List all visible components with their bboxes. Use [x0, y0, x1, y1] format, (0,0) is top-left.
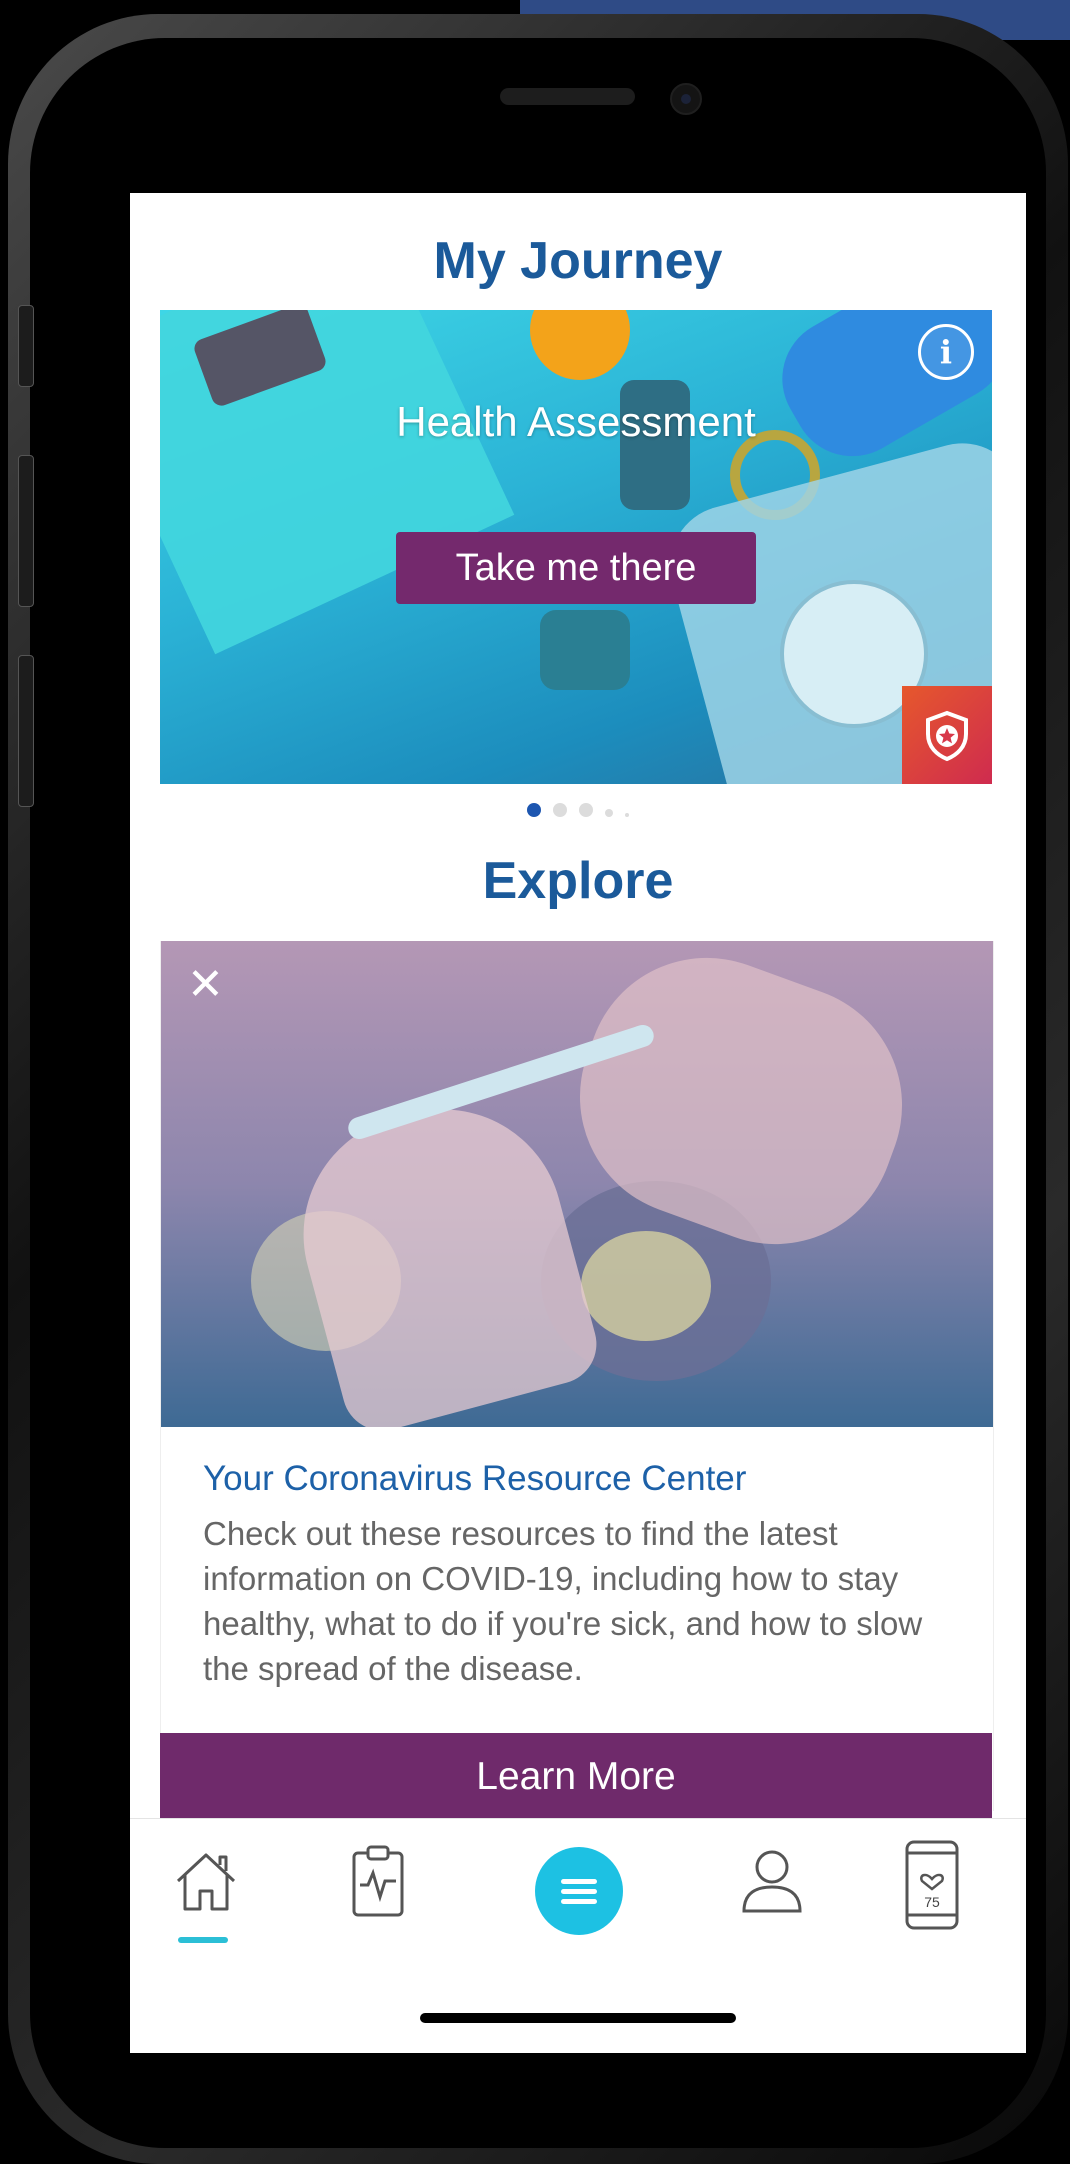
hero-card-title: Health Assessment [396, 398, 756, 445]
carousel-dot[interactable] [605, 809, 613, 817]
card-title[interactable]: Your Coronavirus Resource Center [203, 1459, 746, 1499]
nav-device[interactable]: 75 [904, 1839, 1004, 1949]
front-camera [670, 83, 702, 115]
explore-title: Explore [482, 852, 674, 910]
device-steps-icon: 75 [905, 1840, 959, 1930]
carousel-dot[interactable] [579, 803, 593, 817]
journey-title: My Journey [433, 232, 723, 290]
volume-down-button [18, 655, 34, 807]
carousel-indicator [130, 803, 1026, 822]
mute-switch [18, 305, 34, 387]
shield-star-icon [926, 710, 968, 762]
carousel-dot[interactable] [625, 813, 629, 817]
card-description: Check out these resources to find the la… [203, 1515, 923, 1687]
info-icon[interactable]: i [918, 324, 974, 380]
carousel-dot[interactable] [527, 803, 541, 817]
learn-more-button[interactable]: Learn More [160, 1733, 992, 1823]
nav-home[interactable] [170, 1839, 270, 1949]
take-me-there-button[interactable]: Take me there [396, 532, 756, 604]
home-indicator[interactable] [420, 2013, 736, 2023]
nav-health[interactable] [350, 1839, 450, 1949]
menu-button[interactable] [535, 1847, 623, 1935]
app-screen: My Journey Health Assessment Take me the… [130, 193, 1026, 2053]
carousel-dot[interactable] [553, 803, 567, 817]
active-tab-indicator [178, 1937, 228, 1943]
nav-profile[interactable] [740, 1839, 840, 1949]
shield-badge [902, 686, 992, 784]
health-clipboard-icon [352, 1845, 404, 1917]
volume-up-button [18, 455, 34, 607]
home-icon [176, 1853, 236, 1911]
menu-icon [561, 1879, 597, 1904]
card-image: ✕ [161, 941, 993, 1427]
profile-icon [742, 1850, 802, 1913]
steps-label: 75 [924, 1894, 940, 1910]
coronavirus-resource-card[interactable]: ✕ Your Coronavirus Resource Center Check… [160, 941, 994, 1811]
speaker-grille [500, 88, 635, 105]
close-icon[interactable]: ✕ [187, 963, 227, 1007]
health-assessment-card[interactable]: Health Assessment Take me there i [160, 310, 992, 784]
